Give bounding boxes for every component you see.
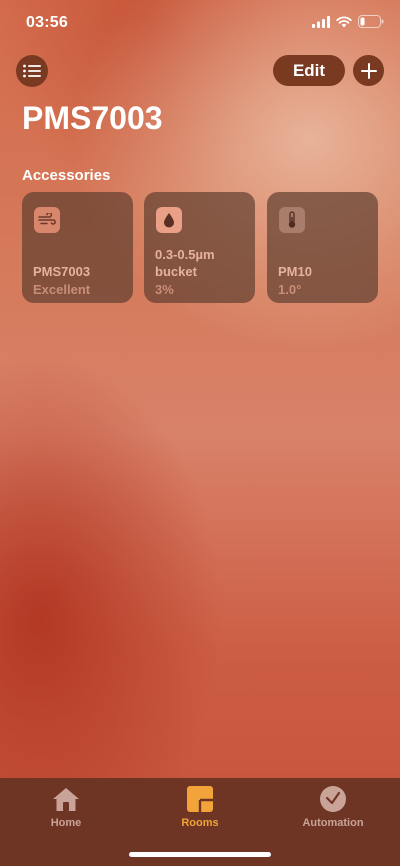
plus-icon [360, 62, 377, 79]
status-bar: 03:56 [0, 0, 400, 48]
humidity-drop-icon [156, 207, 182, 233]
accessory-tile-bucket[interactable]: 0.3-0.5µm bucket 3% [144, 192, 255, 303]
tab-label: Rooms [181, 817, 219, 829]
wifi-icon [336, 15, 352, 27]
clock-icon [318, 785, 348, 813]
home-indicator[interactable] [129, 852, 271, 857]
tab-label: Automation [302, 817, 364, 829]
tab-automation[interactable]: Automation [283, 785, 383, 829]
tab-home[interactable]: Home [16, 785, 116, 829]
page-title: PMS7003 [22, 100, 163, 136]
accessory-name: PMS7003 [33, 264, 91, 279]
add-button[interactable] [353, 55, 384, 86]
list-icon [23, 64, 41, 78]
tab-label: Home [50, 817, 82, 829]
accessory-name: PM10 [278, 264, 312, 279]
menu-button[interactable] [16, 55, 48, 87]
air-quality-icon [34, 207, 60, 233]
house-icon [51, 785, 81, 813]
status-time: 03:56 [26, 14, 68, 31]
status-icons [312, 15, 384, 28]
edit-button[interactable]: Edit [273, 55, 345, 86]
thermometer-icon [279, 207, 305, 233]
cellular-signal-icon [312, 15, 330, 28]
battery-icon [358, 15, 384, 28]
accessory-tile-pm10[interactable]: PM10 1.0° [267, 192, 378, 303]
accessory-status: Excellent [33, 282, 91, 297]
tab-rooms[interactable]: Rooms [150, 785, 250, 829]
section-heading: Accessories [22, 167, 111, 184]
accessory-status: 1.0° [278, 282, 302, 297]
accessory-name: 0.3-0.5µm bucket [155, 247, 215, 279]
rooms-icon [185, 785, 215, 813]
accessory-status: 3% [155, 282, 174, 297]
accessory-tile-air-quality[interactable]: PMS7003 Excellent [22, 192, 133, 303]
